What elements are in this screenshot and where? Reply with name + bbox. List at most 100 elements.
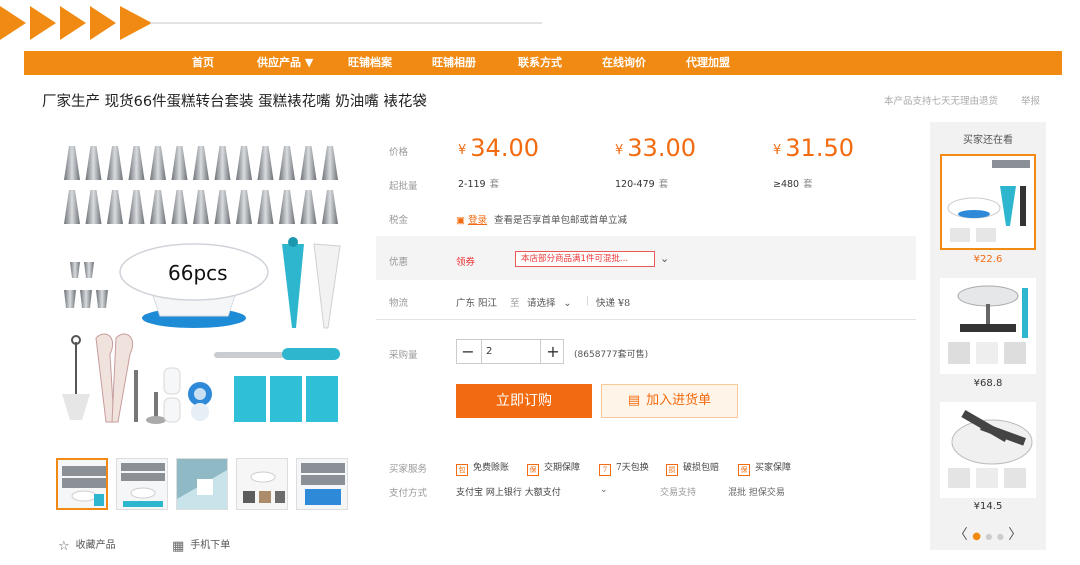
destination-select[interactable]: 请选择 ⌄ — [527, 295, 571, 309]
pager-dot-active[interactable]: ● — [972, 531, 981, 542]
piping-tip-graphic — [85, 190, 102, 224]
piping-tip-graphic — [150, 146, 166, 180]
qty-unit: 套 — [803, 179, 813, 190]
product-photo-graphic: 66pcs — [62, 146, 341, 424]
services-label: 买家服务 — [389, 464, 428, 475]
currency-symbol: ¥ — [458, 143, 467, 158]
service-label: 7天包换 — [616, 463, 649, 473]
price-tier-2-value: 33.00 — [627, 134, 696, 162]
piping-tip-graphic — [236, 146, 252, 180]
buy-now-button[interactable]: 立即订购 — [456, 384, 592, 418]
quantity-stepper: − 2 + — [456, 339, 564, 364]
service-item: 保交期保障 — [527, 460, 580, 476]
service-item: 保买家保障 — [738, 460, 791, 476]
main-product-image[interactable]: 66pcs — [56, 132, 346, 432]
nav-item-home[interactable]: 首页 — [192, 51, 214, 75]
thumbnail-5[interactable] — [296, 458, 348, 510]
piping-tip-graphic — [300, 146, 317, 180]
quantity-label: 采购量 — [389, 350, 418, 361]
promo-tag[interactable]: 本店部分商品满1件可混批... — [515, 251, 655, 267]
report-link[interactable]: 举报 — [1021, 93, 1040, 107]
price-tier-1: ¥34.00 — [458, 134, 539, 162]
banner-arrows-graphic — [0, 6, 542, 40]
piping-tip-graphic — [107, 146, 123, 180]
also-viewed-price-2: ¥68.8 — [973, 378, 1003, 389]
decrease-button[interactable]: − — [457, 340, 479, 363]
thumbnail-2[interactable] — [116, 458, 168, 510]
pager-dot[interactable]: ● — [985, 532, 992, 541]
thumbnail-strip — [56, 458, 356, 513]
price-tier-1-value: 34.00 — [470, 134, 539, 162]
thumbnail-3[interactable] — [176, 458, 228, 510]
add-to-cart-button[interactable]: ▤ 加入进货单 — [601, 384, 738, 418]
service-item: 损破损包赔 — [666, 460, 719, 476]
tax-label: 税金 — [389, 215, 409, 226]
mobile-order-label: 手机下单 — [190, 540, 231, 551]
price-tier-2: ¥33.00 — [615, 134, 696, 162]
also-viewed-item-1[interactable] — [940, 154, 1036, 250]
qty-range-2-value: 120-479 — [615, 179, 655, 190]
trade-support-label: 交易支持 — [660, 488, 697, 498]
piping-tip-graphic — [85, 146, 102, 180]
stock-available: (8658777套可售) — [574, 350, 649, 360]
chevron-down-icon[interactable]: ⌄ — [600, 485, 608, 495]
favorite-label: 收藏产品 — [75, 540, 116, 551]
piping-tip-graphic — [193, 190, 209, 224]
add-to-cart-label: 加入进货单 — [646, 393, 712, 408]
mobile-order-link[interactable]: ▦ 手机下单 — [172, 536, 230, 554]
service-item: 7 7天包换 — [599, 460, 649, 476]
service-badge-icon: 7 — [599, 464, 611, 476]
ship-to-word: 至 — [510, 298, 520, 309]
nav-item-products[interactable]: 供应产品 ▼ — [257, 51, 313, 75]
tax-row: ▣ 登录 查看是否享首单包邮或首单立减 — [456, 212, 627, 226]
return-policy-note: 本产品支持七天无理由退货 — [884, 96, 999, 107]
piping-tip-graphic — [257, 190, 274, 224]
coupon-link[interactable]: 领券 — [456, 254, 475, 268]
thumbnail-1[interactable] — [56, 458, 108, 510]
login-link[interactable]: 登录 — [468, 215, 487, 226]
clipboard-icon: ▤ — [627, 393, 641, 408]
piping-tip-graphic — [128, 146, 145, 180]
logistics-label: 物流 — [389, 298, 409, 309]
chevron-down-icon[interactable]: ⌄ — [660, 252, 669, 265]
nav-item-inquiry[interactable]: 在线询价 — [602, 51, 646, 75]
currency-symbol: ¥ — [773, 143, 782, 158]
qty-range-3-value: ≥480 — [773, 179, 800, 190]
nav-item-album[interactable]: 旺铺相册 — [432, 51, 476, 75]
star-icon: ☆ — [58, 539, 70, 554]
favorite-product-link[interactable]: ☆ 收藏产品 — [58, 536, 116, 554]
trade-support-values: 混批 担保交易 — [728, 488, 785, 498]
nav-item-agent[interactable]: 代理加盟 — [686, 51, 730, 75]
chevron-down-icon: ⌄ — [563, 298, 572, 309]
nav-item-profile[interactable]: 旺铺档案 — [348, 51, 392, 75]
service-item: 包免费赊账 — [456, 460, 509, 476]
nav-item-contact[interactable]: 联系方式 — [518, 51, 562, 75]
pager-dot[interactable]: ● — [997, 532, 1004, 541]
piping-tip-graphic — [171, 190, 188, 224]
also-viewed-price-3: ¥14.5 — [973, 501, 1003, 512]
qty-unit: 套 — [489, 179, 500, 190]
qty-range-1: 2-119 套 — [458, 176, 499, 190]
store-nav-bar: 首页 供应产品 ▼ 旺铺档案 旺铺相册 联系方式 在线询价 代理加盟 — [24, 51, 1062, 75]
piping-tip-graphic — [279, 146, 295, 180]
service-badge-icon: 保 — [738, 464, 750, 476]
increase-button[interactable]: + — [542, 340, 564, 363]
also-viewed-panel: 买家还在看 ¥22.6 ¥68.8 ¥14.5 〈 ● ● ● 〉 — [930, 122, 1046, 550]
pager-next-button[interactable]: 〉 — [1008, 527, 1022, 543]
piping-tip-graphic — [150, 190, 166, 224]
pager-prev-button[interactable]: 〈 — [954, 527, 968, 543]
piping-tip-graphic — [171, 146, 188, 180]
piping-tip-graphic — [279, 190, 295, 224]
also-viewed-item-3[interactable] — [940, 402, 1036, 498]
qty-range-2: 120-479 套 — [615, 176, 668, 190]
piping-tip-graphic — [322, 146, 338, 180]
thumbnail-4[interactable] — [236, 458, 288, 510]
also-viewed-item-2[interactable] — [940, 278, 1036, 374]
qty-range-1-value: 2-119 — [458, 179, 486, 190]
quantity-input[interactable]: 2 — [481, 340, 541, 363]
also-viewed-price-1: ¥22.6 — [973, 254, 1003, 265]
service-label: 破损包赔 — [683, 463, 720, 473]
batch-label: 起批量 — [389, 181, 418, 192]
service-label: 免费赊账 — [473, 463, 510, 473]
piping-tip-graphic — [64, 190, 80, 224]
